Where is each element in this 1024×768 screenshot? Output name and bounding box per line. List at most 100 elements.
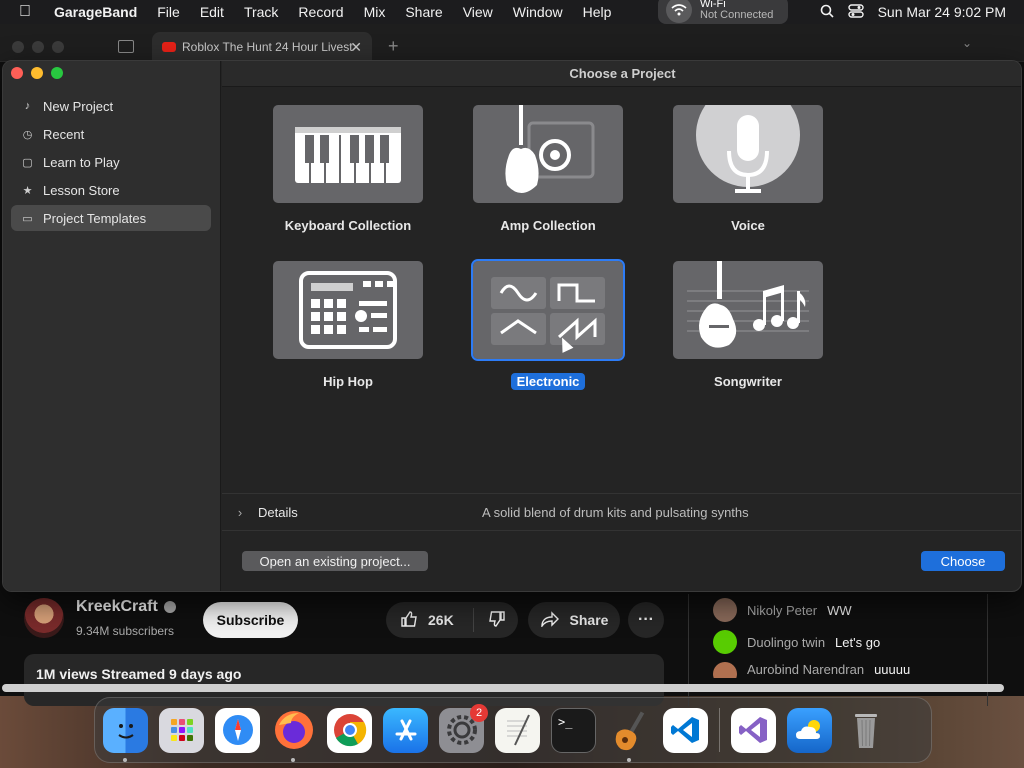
channel-name[interactable]: KreekCraft — [76, 598, 176, 616]
dock: 2 >_ — [94, 697, 932, 763]
zoom-window-button[interactable] — [51, 67, 63, 79]
system-settings-icon[interactable]: 2 — [439, 703, 488, 753]
close-dot[interactable] — [12, 41, 24, 53]
sidebar-item-label: Lesson Store — [43, 182, 120, 198]
window-traffic-lights — [11, 67, 63, 79]
dislike-button[interactable] — [474, 610, 506, 631]
chat-message: Nikoly Peter WW — [713, 594, 987, 626]
close-tab-icon[interactable]: ✕ — [350, 39, 362, 56]
garageband-icon[interactable] — [607, 708, 652, 762]
minimize-dot[interactable] — [32, 41, 44, 53]
subscribe-button[interactable]: Subscribe — [203, 602, 298, 638]
sidebar-item-recent[interactable]: ◷ Recent — [11, 121, 211, 147]
chat-message: Aurobind Narendran uuuuu — [713, 658, 987, 678]
menu-share[interactable]: Share — [395, 4, 452, 20]
weather-icon[interactable] — [787, 707, 832, 753]
share-button[interactable]: Share — [528, 602, 620, 638]
template-hip-hop[interactable]: Hip Hop — [273, 261, 423, 391]
chevron-down-icon[interactable]: ⌄ — [962, 36, 972, 50]
launchpad-icon[interactable] — [159, 707, 204, 753]
sidebar: ♪ New Project ◷ Recent ▢ Learn to Play ★ Les… — [3, 61, 221, 591]
sidebar-item-project-templates[interactable]: ▭ Project Templates — [11, 205, 211, 231]
open-existing-project-button[interactable]: Open an existing project... — [242, 551, 428, 571]
drum-machine-icon — [273, 261, 423, 359]
clock-icon: ◷ — [22, 128, 33, 141]
menu-help[interactable]: Help — [573, 4, 622, 20]
channel-avatar[interactable] — [24, 598, 64, 638]
thumbs-up-icon — [400, 610, 418, 631]
choose-button[interactable]: Choose — [921, 551, 1005, 571]
menu-edit[interactable]: Edit — [190, 4, 234, 20]
chat-text: WW — [827, 602, 852, 618]
tab-overview-icon[interactable] — [118, 40, 134, 53]
menu-mix[interactable]: Mix — [354, 4, 396, 20]
dock-separator — [719, 708, 720, 752]
sidebar-item-label: Learn to Play — [43, 154, 120, 170]
close-window-button[interactable] — [11, 67, 23, 79]
clock-text[interactable]: Sun Mar 24 9:02 PM — [878, 4, 1006, 20]
sidebar-item-learn-to-play[interactable]: ▢ Learn to Play — [11, 149, 211, 175]
youtube-icon — [162, 42, 176, 52]
thumbs-down-icon — [488, 610, 506, 631]
template-keyboard-collection[interactable]: Keyboard Collection — [273, 105, 423, 235]
menu-record[interactable]: Record — [288, 4, 353, 20]
app-store-icon[interactable] — [383, 707, 428, 753]
horizontal-scrollbar[interactable] — [2, 684, 1004, 692]
template-label: Songwriter — [714, 374, 782, 389]
details-disclosure[interactable]: › Details A solid blend of drum kits and… — [222, 493, 1021, 531]
verified-icon — [163, 600, 176, 613]
visual-studio-icon[interactable] — [731, 707, 776, 753]
wifi-title: Wi-Fi — [700, 0, 726, 10]
finder-icon[interactable] — [103, 707, 148, 762]
menu-view[interactable]: View — [453, 4, 503, 20]
more-options-button[interactable]: ··· — [628, 602, 664, 638]
template-songwriter[interactable]: Songwriter — [673, 261, 823, 391]
folder-icon: ▭ — [22, 212, 33, 225]
dialog-title: Choose a Project — [222, 61, 1021, 87]
main-panel: Choose a Project Keyboard Collection Amp… — [222, 61, 1021, 591]
menu-file[interactable]: File — [147, 4, 190, 20]
browser-tab[interactable]: Roblox The Hunt 24 Hour Livest ✕ — [152, 32, 372, 62]
guitar-amp-icon — [473, 105, 623, 203]
vscode-icon[interactable] — [663, 707, 708, 753]
keyboard-icon — [273, 105, 423, 203]
wifi-popover[interactable]: Wi-Fi Not Connected — [658, 0, 788, 24]
star-icon: ★ — [22, 184, 33, 197]
running-indicator — [123, 757, 127, 762]
tab-title: Roblox The Hunt 24 Hour Livest — [182, 40, 353, 54]
zoom-dot[interactable] — [52, 41, 64, 53]
menu-window[interactable]: Window — [503, 4, 573, 20]
sidebar-item-label: Recent — [43, 126, 85, 142]
menu-app-name[interactable]: GarageBand — [50, 4, 147, 20]
safari-icon[interactable] — [215, 707, 260, 753]
browser-traffic-lights — [12, 41, 64, 53]
chat-avatar — [713, 598, 737, 622]
running-indicator — [291, 757, 295, 762]
sidebar-item-new-project[interactable]: ♪ New Project — [11, 93, 211, 119]
new-tab-icon[interactable]: + — [388, 36, 399, 57]
chevron-right-icon[interactable]: › — [222, 505, 258, 520]
search-icon[interactable] — [820, 4, 834, 21]
trash-icon[interactable] — [843, 708, 888, 753]
like-button[interactable]: 26K — [386, 608, 474, 632]
textedit-icon[interactable] — [495, 707, 540, 753]
share-label: Share — [569, 612, 609, 628]
template-label: Amp Collection — [500, 218, 596, 233]
template-voice[interactable]: Voice — [673, 105, 823, 235]
minimize-window-button[interactable] — [31, 67, 43, 79]
chat-text: Let's go — [835, 634, 881, 650]
sidebar-item-lesson-store[interactable]: ★ Lesson Store — [11, 177, 211, 203]
template-electronic[interactable]: Electronic — [471, 259, 625, 391]
tab-bar: Roblox The Hunt 24 Hour Livest ✕ + ⌄ — [0, 24, 1024, 62]
template-description: A solid blend of drum kits and pulsating… — [482, 504, 749, 520]
wifi-icon — [666, 0, 692, 23]
chrome-icon[interactable] — [327, 707, 372, 753]
terminal-icon[interactable]: >_ — [551, 707, 596, 753]
waveform-icon — [471, 259, 625, 361]
firefox-icon[interactable] — [271, 708, 316, 762]
apple-icon[interactable]:  — [0, 3, 50, 21]
template-label: Electronic — [510, 373, 586, 390]
template-amp-collection[interactable]: Amp Collection — [473, 105, 623, 235]
control-center-icon[interactable] — [847, 3, 864, 21]
menu-track[interactable]: Track — [234, 4, 288, 20]
